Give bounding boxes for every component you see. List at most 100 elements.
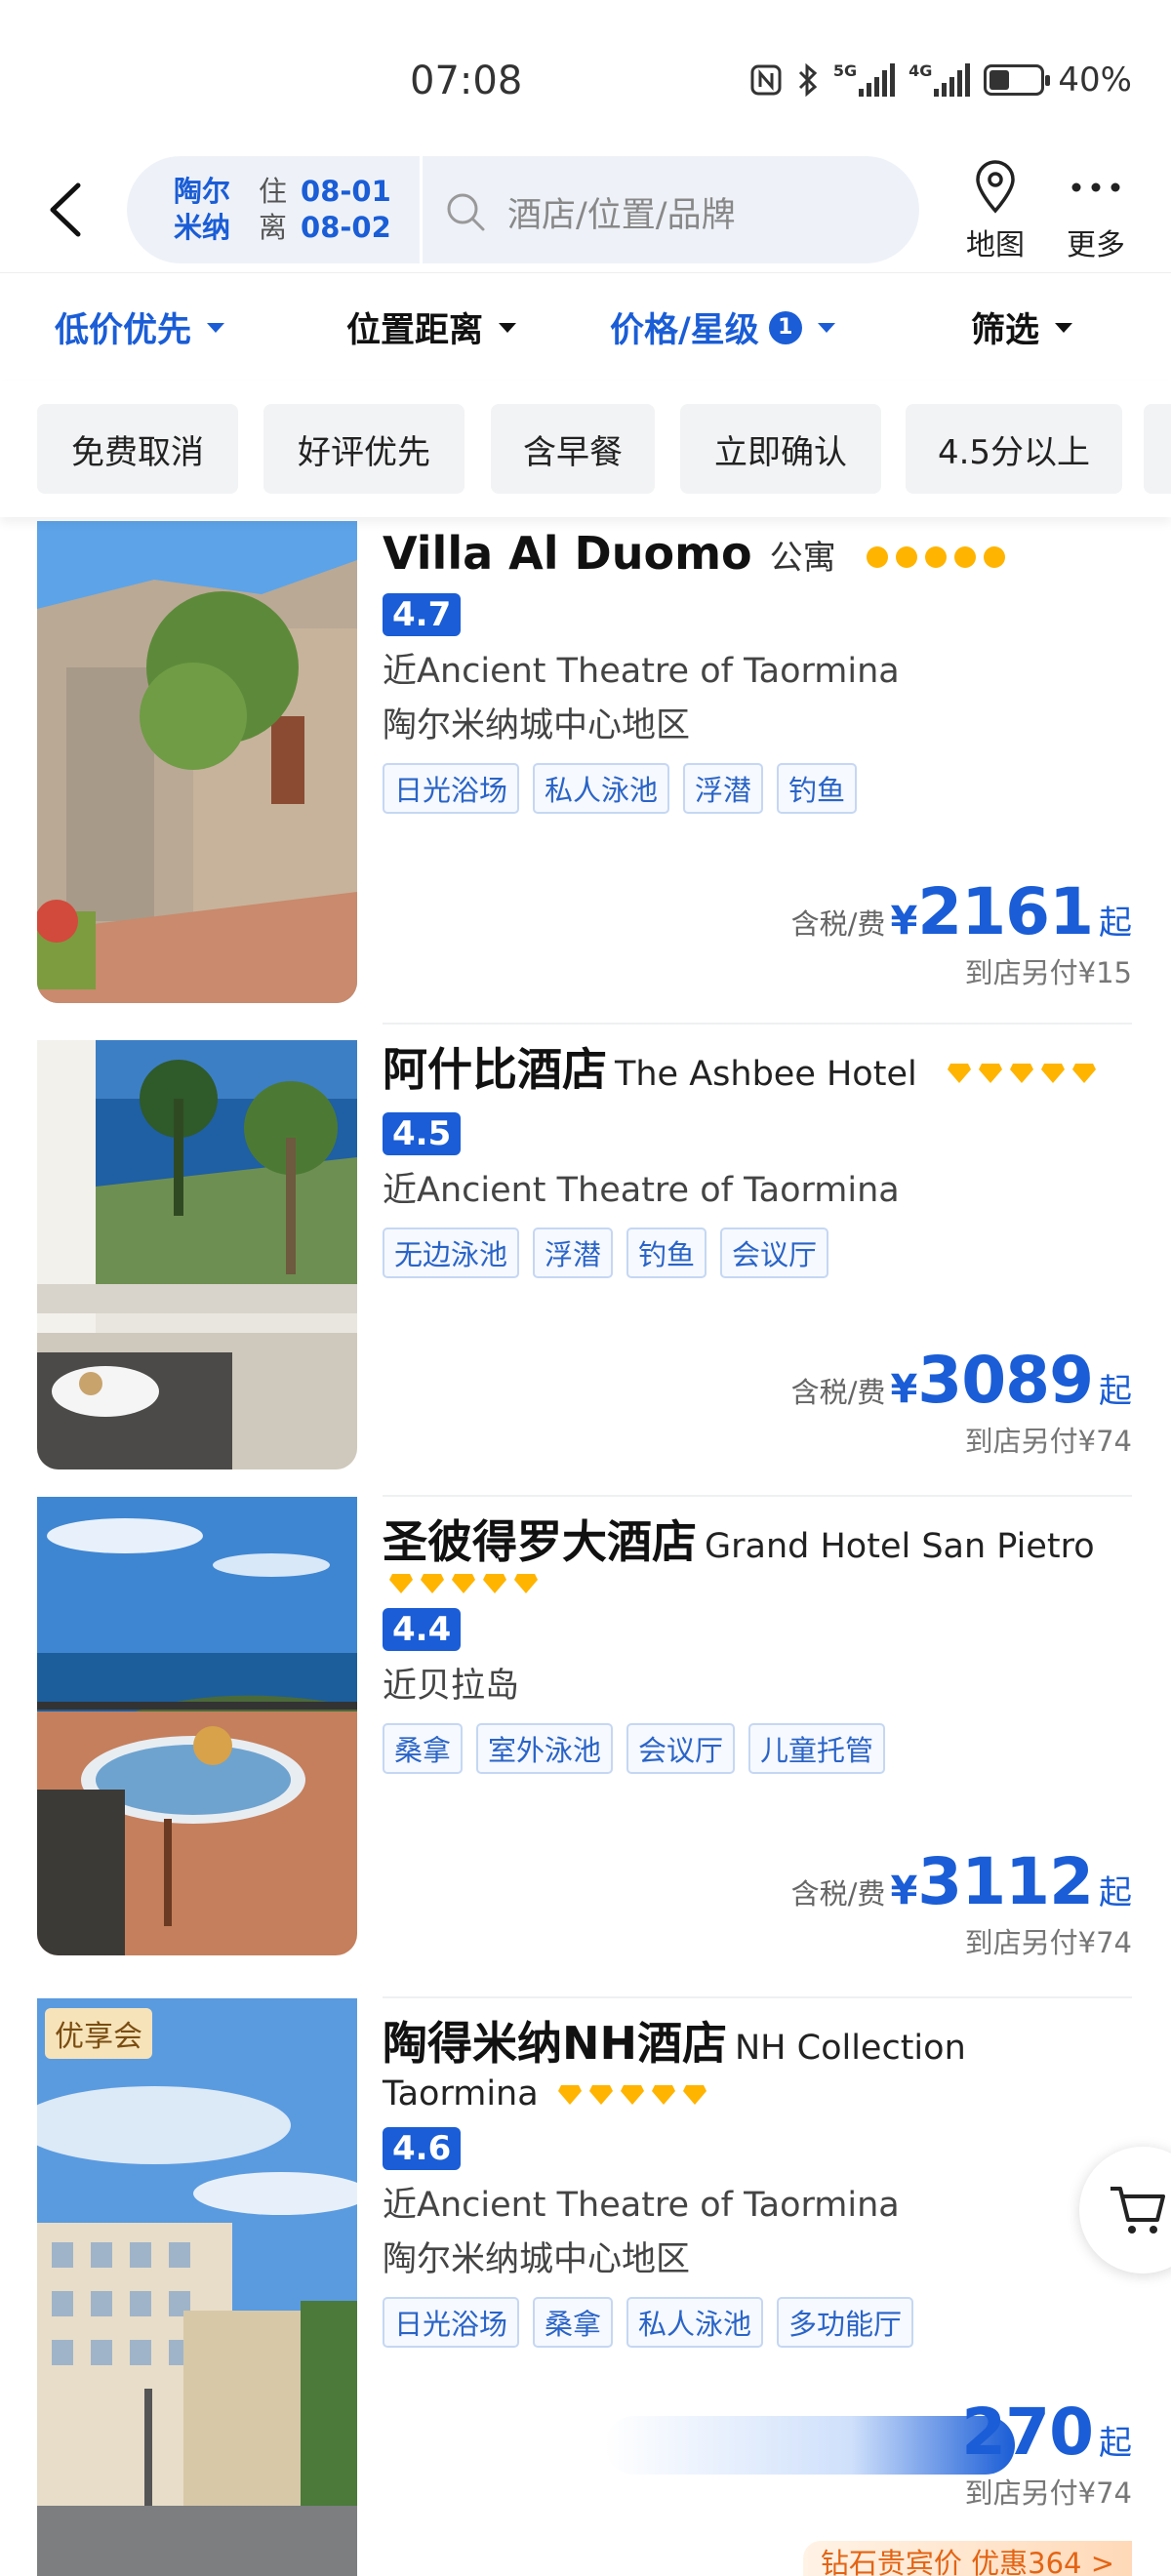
sort-distance[interactable]: 位置距离 xyxy=(346,302,517,352)
hotel-info: 陶得米纳NH酒店 NH Collection Taormina 4.6 近Anci… xyxy=(383,2008,1142,2348)
signal-5g-icon: 5G xyxy=(833,63,896,97)
amenity-tag: 钓鱼 xyxy=(777,763,858,814)
hotel-name-en: Grand Hotel San Pietro xyxy=(705,1527,1095,1566)
back-icon[interactable] xyxy=(39,176,98,244)
hotel-card[interactable]: Villa Al Duomo 公寓 4.7 近Ancient Theatre of… xyxy=(0,517,1171,1025)
battery-icon xyxy=(984,64,1051,96)
promo-banner[interactable]: 钻石贵宾价 优惠364 > xyxy=(802,2541,1132,2576)
chip-instant-confirm[interactable]: 立即确认 xyxy=(680,404,881,494)
chip-rating-45[interactable]: 4.5分以上 xyxy=(906,404,1122,494)
chip-good-reviews[interactable]: 好评优先 xyxy=(263,404,464,494)
city-label[interactable]: 陶尔 米纳 xyxy=(168,174,236,246)
bluetooth-icon xyxy=(798,62,818,98)
hotel-name-text: 圣彼得罗大酒店 xyxy=(383,1515,697,1568)
chip-more[interactable] xyxy=(1144,404,1171,494)
sort-distance-label: 位置距离 xyxy=(346,311,484,350)
map-pin-icon xyxy=(976,160,1015,214)
extra-payment: 到店另付¥74 xyxy=(964,1926,1132,1959)
price-suffix: 起 xyxy=(1099,904,1132,943)
diamond-icon xyxy=(651,2085,675,2105)
search-pill[interactable]: 陶尔 米纳 住 08-01 离 08-02 酒店/位置/品牌 xyxy=(127,156,919,263)
hotel-area: 陶尔米纳城中心地区 xyxy=(383,706,691,745)
extra-payment: 到店另付¥15 xyxy=(964,956,1132,989)
hotel-card[interactable]: 圣彼得罗大酒店 Grand Hotel San Pietro 4.4 近贝拉岛 桑… xyxy=(0,1497,1171,2004)
extra-payment: 到店另付¥74 xyxy=(964,2476,1132,2510)
amenity-tag: 会议厅 xyxy=(626,1723,736,1774)
hotel-name-text: Villa Al Duomo xyxy=(383,527,752,580)
hotel-photo xyxy=(37,1040,357,1469)
price: 含税/费 ¥3089 起 xyxy=(791,1343,1132,1418)
amenity-tag: 日光浴场 xyxy=(383,2297,520,2348)
hotel-landmark: 近Ancient Theatre of Taormina xyxy=(383,652,900,691)
quick-filter-bar: 免费取消 好评优先 含早餐 立即确认 4.5分以上 xyxy=(0,381,1171,517)
extra-payment: 到店另付¥74 xyxy=(964,1425,1132,1458)
search-icon xyxy=(447,193,485,231)
more-button[interactable]: 更多 xyxy=(1052,158,1140,263)
map-button[interactable]: 地图 xyxy=(951,158,1039,263)
date-range[interactable]: 住 08-01 离 08-02 xyxy=(259,174,391,246)
signal-4g-icon: 4G xyxy=(909,63,971,97)
price-suffix: 起 xyxy=(1099,1372,1132,1411)
hotel-name-en: The Ashbee Hotel xyxy=(615,1055,917,1094)
diamond-icon xyxy=(389,1574,413,1593)
price-currency: ¥ xyxy=(890,899,918,944)
caret-down-icon xyxy=(207,322,225,333)
hotel-name-text: 阿什比酒店 xyxy=(383,1043,607,1096)
battery-percent: 40% xyxy=(1058,60,1132,100)
review-score: 4.7 xyxy=(383,593,462,636)
hotel-name: 陶得米纳NH酒店 NH Collection xyxy=(383,2008,1142,2073)
price-suffix: 起 xyxy=(1099,2424,1132,2463)
diamond-icon xyxy=(1009,1063,1033,1083)
hotel-name-en-cont: Taormina xyxy=(383,2074,539,2113)
amenity-tag: 桑拿 xyxy=(533,2297,614,2348)
amenity-tags: 日光浴场 桑拿 私人泳池 多功能厅 xyxy=(383,2297,1142,2348)
pill-divider xyxy=(420,156,423,263)
amenity-tag: 浮潜 xyxy=(533,1228,614,1278)
sort-filter-label: 筛选 xyxy=(971,311,1040,350)
caret-down-icon xyxy=(499,322,517,333)
hotel-name: 阿什比酒店 The Ashbee Hotel xyxy=(383,1034,1142,1099)
sort-bar: 低价优先 位置距离 价格/星级 1 筛选 xyxy=(0,273,1171,381)
chip-free-cancel[interactable]: 免费取消 xyxy=(37,404,238,494)
hotel-landmark: 近Ancient Theatre of Taormina xyxy=(383,2186,900,2225)
caret-down-icon xyxy=(817,322,835,333)
checkin-label: 住 xyxy=(259,175,288,208)
price-amount: 2161 xyxy=(917,874,1094,949)
hotel-list: Villa Al Duomo 公寓 4.7 近Ancient Theatre of… xyxy=(0,517,1171,2576)
status-icons: 5G 4G 40% xyxy=(749,60,1132,100)
star-icon xyxy=(866,545,888,568)
sort-filter[interactable]: 筛选 xyxy=(971,302,1073,352)
amenity-tag: 浮潜 xyxy=(683,763,764,814)
amenity-tag: 儿童托管 xyxy=(748,1723,886,1774)
star-rating xyxy=(947,1063,1097,1084)
nfc-icon xyxy=(750,64,782,96)
price-loading-shimmer xyxy=(605,2416,1015,2475)
chip-breakfast[interactable]: 含早餐 xyxy=(491,404,655,494)
star-rating xyxy=(557,2084,707,2106)
caret-down-icon xyxy=(1055,322,1073,333)
hotel-info: 阿什比酒店 The Ashbee Hotel 4.5 近Ancient Theat… xyxy=(383,1034,1142,1278)
checkout-label: 离 xyxy=(259,211,288,244)
diamond-icon xyxy=(1071,1063,1096,1083)
diamond-icon xyxy=(978,1063,1002,1083)
price: 270 起 xyxy=(961,2395,1132,2470)
sort-price-low[interactable]: 低价优先 xyxy=(55,302,225,352)
hotel-name-text: 陶得米纳NH酒店 xyxy=(383,2017,727,2070)
review-score: 4.6 xyxy=(383,2127,462,2170)
diamond-icon xyxy=(514,1574,538,1593)
diamond-icon xyxy=(557,2085,582,2105)
diamond-icon xyxy=(682,2085,707,2105)
amenity-tag: 私人泳池 xyxy=(533,763,670,814)
diamond-icon xyxy=(620,2085,644,2105)
hotel-card[interactable]: 优享会 陶得米纳NH酒店 NH Collection Taormina 4.6 近… xyxy=(0,1998,1171,2576)
hotel-name: 圣彼得罗大酒店 Grand Hotel San Pietro xyxy=(383,1507,1142,1571)
checkin-date: 08-01 xyxy=(301,175,391,208)
diamond-icon xyxy=(483,1574,506,1593)
hotel-card[interactable]: 阿什比酒店 The Ashbee Hotel 4.5 近Ancient Theat… xyxy=(0,1025,1171,1512)
filter-count-badge: 1 xyxy=(768,310,802,344)
price: 含税/费 ¥3112 起 xyxy=(791,1844,1132,1919)
search-input[interactable]: 酒店/位置/品牌 xyxy=(507,187,736,237)
diamond-icon xyxy=(452,1574,475,1593)
status-time: 07:08 xyxy=(410,59,523,103)
sort-price-star[interactable]: 价格/星级 1 xyxy=(610,302,835,352)
